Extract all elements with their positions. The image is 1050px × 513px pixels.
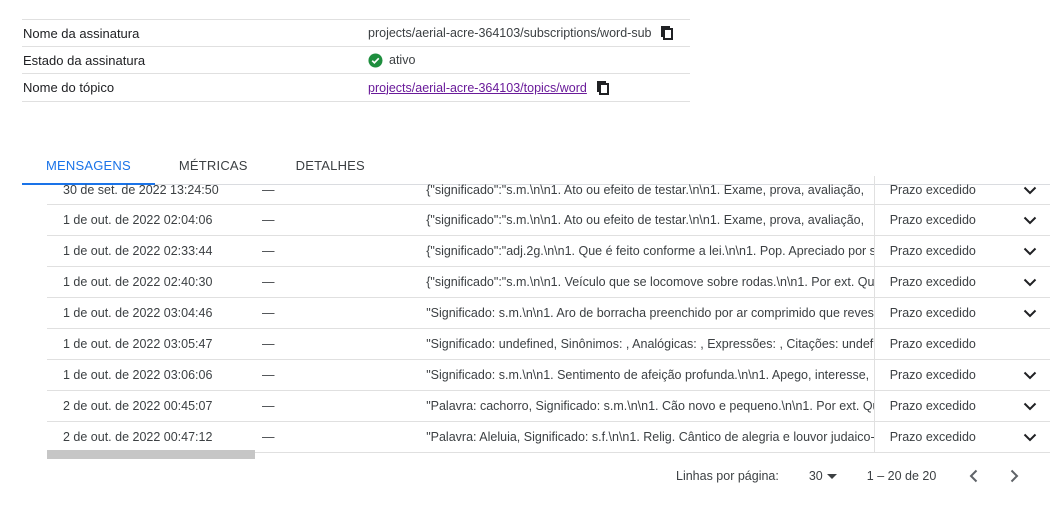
message-status: Prazo excedido bbox=[873, 391, 1011, 421]
message-status: Prazo excedido bbox=[873, 298, 1011, 328]
message-attributes: — bbox=[261, 337, 275, 351]
subscription-name-value: projects/aerial-acre-364103/subscription… bbox=[368, 26, 652, 40]
chevron-right-icon bbox=[1011, 469, 1019, 483]
chevron-down-icon bbox=[1024, 309, 1037, 318]
message-status: Prazo excedido bbox=[873, 422, 1011, 452]
message-date: 2 de out. de 2022 00:47:12 bbox=[63, 430, 213, 444]
chevron-left-icon bbox=[969, 469, 978, 483]
message-attributes: — bbox=[261, 368, 275, 382]
message-data: "Significado: s.m.\n\n1. Aro de borracha… bbox=[426, 306, 874, 320]
pagination: Linhas por página: 30 1 – 20 de 20 bbox=[676, 462, 1044, 490]
message-attributes: — bbox=[261, 183, 275, 197]
message-attributes: — bbox=[261, 244, 275, 258]
rows-per-page-value: 30 bbox=[808, 469, 823, 483]
detail-row-topic-name: Nome do tópico projects/aerial-acre-3641… bbox=[22, 74, 690, 102]
message-attributes: — bbox=[261, 275, 275, 289]
message-attributes: — bbox=[261, 213, 275, 227]
expand-row-button[interactable] bbox=[1011, 366, 1050, 384]
message-data: {"significado":"s.m.\n\n1. Veículo que s… bbox=[426, 275, 874, 289]
message-date: 1 de out. de 2022 02:04:06 bbox=[63, 213, 213, 227]
table-row[interactable]: 2 de out. de 2022 00:47:12 — "Palavra: Ale… bbox=[47, 422, 1050, 453]
chevron-down-icon bbox=[1024, 216, 1037, 225]
chevron-down-icon bbox=[1024, 371, 1037, 380]
rows-per-page-label: Linhas por página: bbox=[676, 469, 779, 483]
prev-page-button[interactable] bbox=[964, 466, 984, 486]
message-date: 1 de out. de 2022 02:40:30 bbox=[63, 275, 213, 289]
detail-label: Estado da assinatura bbox=[23, 52, 146, 68]
message-status: Prazo excedido bbox=[873, 205, 1011, 235]
message-status: Prazo excedido bbox=[873, 236, 1011, 266]
message-status: Prazo excedido bbox=[873, 176, 1011, 204]
detail-value: projects/aerial-acre-364103/subscription… bbox=[368, 25, 675, 41]
message-status: Prazo excedido bbox=[873, 329, 1011, 359]
subscription-state-value: ativo bbox=[389, 53, 416, 67]
subscription-details: Nome da assinatura projects/aerial-acre-… bbox=[22, 19, 690, 102]
message-data: "Significado: undefined, Sinônimos: , An… bbox=[426, 337, 874, 351]
message-date: 1 de out. de 2022 03:04:46 bbox=[63, 306, 213, 320]
message-attributes: — bbox=[261, 306, 275, 320]
detail-row-subscription-name: Nome da assinatura projects/aerial-acre-… bbox=[22, 20, 690, 47]
messages-table: 30 de set. de 2022 13:24:50 — {"significad… bbox=[47, 176, 1050, 453]
message-date: 2 de out. de 2022 00:45:07 bbox=[63, 399, 213, 413]
message-status: Prazo excedido bbox=[873, 360, 1011, 390]
rows-per-page-select[interactable]: 30 bbox=[809, 469, 837, 483]
check-circle-icon bbox=[368, 52, 383, 68]
message-data: {"significado":"adj.2g.\n\n1. Que é feit… bbox=[426, 244, 874, 258]
detail-value: ativo bbox=[368, 52, 416, 68]
message-attributes: — bbox=[261, 399, 275, 413]
message-data: "Palavra: Aleluia, Significado: s.f.\n\n… bbox=[426, 430, 874, 444]
copy-icon[interactable] bbox=[659, 25, 675, 41]
dropdown-arrow-icon bbox=[826, 473, 837, 479]
table-row[interactable]: 30 de set. de 2022 13:24:50 — {"significad… bbox=[47, 176, 1050, 205]
expand-row-button[interactable] bbox=[1011, 273, 1050, 291]
expand-row-button[interactable] bbox=[1011, 304, 1050, 322]
expand-row-button[interactable] bbox=[1011, 242, 1050, 260]
table-row[interactable]: 1 de out. de 2022 02:40:30 — {"significado… bbox=[47, 267, 1050, 298]
message-date: 30 de set. de 2022 13:24:50 bbox=[63, 183, 219, 197]
copy-icon[interactable] bbox=[595, 80, 611, 96]
expand-row-button[interactable] bbox=[1011, 181, 1050, 199]
horizontal-scrollbar[interactable] bbox=[47, 450, 255, 459]
detail-value: projects/aerial-acre-364103/topics/word bbox=[368, 80, 611, 96]
expand-row-button[interactable] bbox=[1011, 428, 1050, 446]
message-status: Prazo excedido bbox=[873, 267, 1011, 297]
detail-row-subscription-state: Estado da assinatura ativo bbox=[22, 47, 690, 74]
message-date: 1 de out. de 2022 02:33:44 bbox=[63, 244, 213, 258]
detail-label: Nome da assinatura bbox=[23, 25, 140, 41]
table-row[interactable]: 1 de out. de 2022 03:06:06 — "Significado:… bbox=[47, 360, 1050, 391]
page-range: 1 – 20 de 20 bbox=[866, 469, 937, 483]
table-row[interactable]: 1 de out. de 2022 02:33:44 — {"significado… bbox=[47, 236, 1050, 267]
topic-link[interactable]: projects/aerial-acre-364103/topics/word bbox=[368, 81, 587, 95]
table-row[interactable]: 1 de out. de 2022 03:04:46 — "Significado:… bbox=[47, 298, 1050, 329]
chevron-down-icon bbox=[1024, 278, 1037, 287]
chevron-down-icon bbox=[1024, 247, 1037, 256]
message-date: 1 de out. de 2022 03:05:47 bbox=[63, 337, 213, 351]
message-data: "Significado: s.m.\n\n1. Sentimento de a… bbox=[426, 368, 870, 382]
chevron-down-icon bbox=[1024, 402, 1037, 411]
expand-row-button[interactable] bbox=[1011, 211, 1050, 229]
detail-label: Nome do tópico bbox=[23, 80, 115, 95]
chevron-down-icon bbox=[1024, 433, 1037, 442]
table-row[interactable]: 1 de out. de 2022 03:05:47 — "Significado:… bbox=[47, 329, 1050, 360]
expand-row-button[interactable] bbox=[1011, 397, 1050, 415]
message-data: {"significado":"s.m.\n\n1. Ato ou efeito… bbox=[426, 213, 865, 227]
message-attributes: — bbox=[261, 430, 275, 444]
message-data: "Palavra: cachorro, Significado: s.m.\n\… bbox=[426, 399, 874, 413]
table-row[interactable]: 1 de out. de 2022 02:04:06 — {"significado… bbox=[47, 205, 1050, 236]
table-row[interactable]: 2 de out. de 2022 00:45:07 — "Palavra: cac… bbox=[47, 391, 1050, 422]
message-date: 1 de out. de 2022 03:06:06 bbox=[63, 368, 213, 382]
next-page-button[interactable] bbox=[1004, 466, 1024, 486]
chevron-down-icon bbox=[1024, 186, 1037, 195]
message-data: {"significado":"s.m.\n\n1. Ato ou efeito… bbox=[426, 183, 865, 197]
